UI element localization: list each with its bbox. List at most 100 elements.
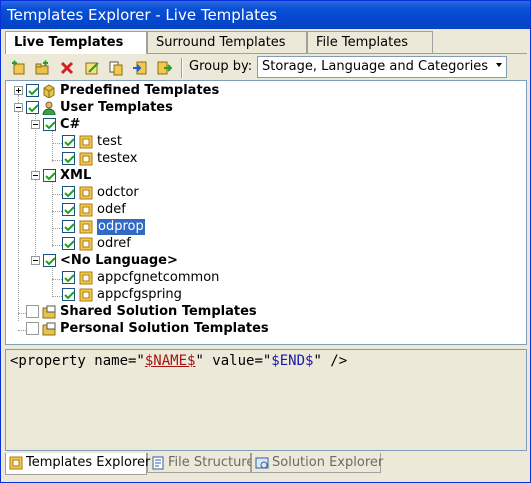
window-title: Templates Explorer - Live Templates [7,6,278,24]
toolbar-separator [181,58,183,78]
tree-node-predefined[interactable]: Predefined Templates [6,83,306,99]
tab-surround-templates[interactable]: Surround Templates [147,31,307,53]
tree-node-shared-solution[interactable]: Shared Solution Templates [6,304,326,320]
tree-node-user[interactable]: User Templates [6,100,306,116]
checkbox-odctor[interactable] [62,186,75,199]
tab-live-templates[interactable]: Live Templates [5,31,147,54]
tree-node-testex[interactable]: testex [6,151,306,167]
preview-text: <property name=" [10,353,145,369]
tab-file-templates[interactable]: File Templates [307,31,433,53]
expand-icon[interactable] [14,86,23,95]
checkmark-icon [64,138,75,147]
checkbox-appcfgnetcommon[interactable] [62,271,75,284]
collapse-icon[interactable] [31,256,40,265]
delete-button[interactable] [57,58,75,76]
templates-tree: Predefined Templates User Templates C# t… [5,80,527,345]
copy-button[interactable] [106,58,124,76]
user-icon [42,101,56,115]
group-by-dropdown[interactable]: Storage, Language and Categories [257,56,507,78]
collapse-icon[interactable] [31,171,40,180]
template-icon [79,152,93,166]
new-folder-button[interactable] [32,58,50,76]
tree-node-odref[interactable]: odref [6,236,306,252]
checkmark-icon [64,155,75,164]
tree-node-appcfgnetcommon[interactable]: appcfgnetcommon [6,270,306,286]
edit-button[interactable] [82,58,100,76]
tree-label: test [97,134,122,149]
export-button[interactable] [154,58,172,76]
checkbox-user[interactable] [26,101,39,114]
checkmark-icon [64,240,75,249]
checkbox-xml[interactable] [43,169,56,182]
import-button[interactable] [130,58,148,76]
tree-label-selected: odprop [97,219,145,235]
tab-label: File Structure [168,455,255,470]
tree-node-odprop[interactable]: odprop [6,219,306,235]
tab-file-structure[interactable]: File Structure [147,453,255,473]
preview-variable: $END$ [271,353,314,369]
checkbox-test[interactable] [62,135,75,148]
new-template-button[interactable] [9,58,27,76]
tree-label: appcfgspring [97,287,182,302]
dropdown-arrow-icon[interactable] [496,63,502,67]
tree-node-appcfgspring[interactable]: appcfgspring [6,287,306,303]
checkbox-shared-solution[interactable] [26,305,39,318]
checkbox-odef[interactable] [62,203,75,216]
tree-label: Personal Solution Templates [60,321,269,336]
copy-icon [109,61,123,76]
checkmark-icon [64,189,75,198]
tree-node-no-language[interactable]: <No Language> [6,253,306,269]
checkbox-odprop[interactable] [62,220,75,233]
tree-label: <No Language> [60,253,178,268]
export-icon [157,61,172,75]
checkbox-csharp[interactable] [43,118,56,131]
template-type-tabs: Live Templates Surround Templates File T… [5,31,527,54]
collapse-icon[interactable] [31,120,40,129]
checkbox-appcfgspring[interactable] [62,288,75,301]
checkmark-icon [28,87,39,96]
tree-label: C# [60,117,81,132]
tree-node-personal-solution[interactable]: Personal Solution Templates [6,321,326,337]
template-preview: <property name="$NAME$" value="$END$" /> [5,349,527,451]
tab-label: Templates Explorer [26,455,151,470]
collapse-icon[interactable] [14,103,23,112]
tab-templates-explorer[interactable]: Templates Explorer [5,453,151,475]
checkbox-personal-solution[interactable] [26,322,39,335]
template-icon [79,237,93,251]
tree-label: appcfgnetcommon [97,270,220,285]
group-by-value: Storage, Language and Categories [262,59,489,74]
preview-text: " value=" [195,353,272,369]
tree-node-xml[interactable]: XML [6,168,306,184]
checkmark-icon [64,274,75,283]
checkbox-no-language[interactable] [43,254,56,267]
template-icon [79,186,93,200]
tab-solution-explorer[interactable]: Solution Explorer [251,453,383,473]
templates-explorer-window: Templates Explorer - Live Templates Live… [0,0,531,483]
tree-label: XML [60,168,92,183]
checkmark-icon [45,257,56,266]
preview-text: " /> [313,353,348,369]
checkbox-odref[interactable] [62,237,75,250]
tool-window-tabs: Templates Explorer File Structure Soluti… [5,453,527,475]
tree-node-test[interactable]: test [6,134,306,150]
new-template-icon [12,60,25,75]
new-folder-icon [35,60,49,75]
checkmark-icon [64,223,75,232]
solution-icon [42,322,56,336]
file-structure-icon [152,456,164,470]
title-bar[interactable]: Templates Explorer - Live Templates [1,1,530,29]
preview-variable: $NAME$ [144,353,196,369]
tree-node-odef[interactable]: odef [6,202,306,218]
checkmark-icon [28,104,39,113]
import-icon [133,61,147,75]
tree-label: odref [97,236,131,251]
package-icon [43,84,55,98]
checkbox-predefined[interactable] [26,84,39,97]
checkmark-icon [64,291,75,300]
tree-node-odctor[interactable]: odctor [6,185,306,201]
checkbox-testex[interactable] [62,152,75,165]
template-icon [79,220,93,234]
tree-label: odctor [97,185,139,200]
checkmark-icon [64,206,75,215]
tree-node-csharp[interactable]: C# [6,117,306,133]
